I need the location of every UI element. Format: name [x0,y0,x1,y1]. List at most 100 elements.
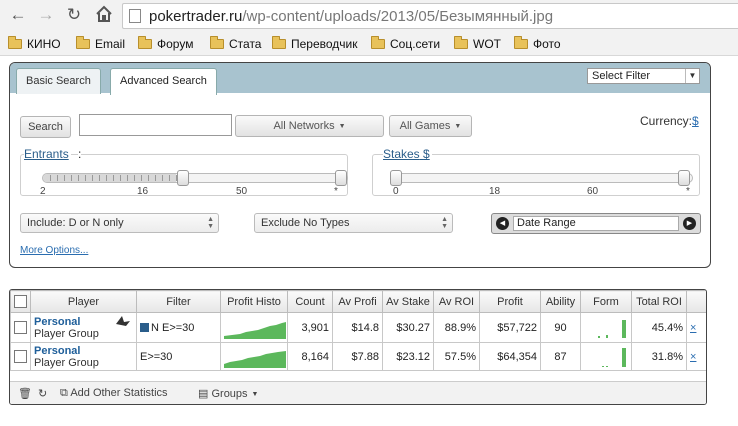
more-options-link[interactable]: More Options... [20,245,88,256]
av-roi-cell: 57.5% [433,342,480,371]
select-all-cell [10,290,31,313]
col-header-player[interactable]: Player [30,290,137,313]
select-filter-dropdown[interactable]: Select Filter ▼ [587,68,700,84]
date-range-control: ◀ Date Range ▶ [491,213,701,234]
entrants-slider-handle-left[interactable] [177,170,189,186]
forward-arrow-icon[interactable]: → [36,5,56,25]
av-roi-cell: 88.9% [433,312,480,343]
stakes-tick-label: 60 [587,186,599,197]
caret-down-icon: ▼ [454,123,462,130]
exclude-dropdown[interactable]: Exclude No Types ▲ ▼ [254,213,453,233]
slider-tick [113,175,114,181]
stakes-tick-label: 18 [489,186,501,197]
caret-down-icon: ▼ [251,391,259,398]
remove-row-icon[interactable]: × [690,322,696,334]
bookmark-wot[interactable]: WOT [454,36,501,52]
entrants-slider-track[interactable] [42,170,348,186]
stakes-slider-handle-right[interactable] [678,170,690,186]
include-dropdown[interactable]: Include: D or N only ▲ ▼ [20,213,219,233]
filter-cell: E>=30 [136,342,221,371]
shark-icon [116,315,130,326]
networks-dropdown[interactable]: All Networks ▼ [235,115,384,137]
stakes-title[interactable]: Stakes $ [383,147,432,161]
slider-tick [162,175,163,181]
col-header-av-roi[interactable]: Av ROI [433,290,480,313]
stakes-slider-handle-left[interactable] [390,170,402,186]
tab-basic-search[interactable]: Basic Search [16,68,101,94]
col-header-av-profit[interactable]: Av Profi [332,290,383,313]
games-dropdown[interactable]: All Games ▼ [389,115,472,137]
col-header-ability[interactable]: Ability [540,290,581,313]
search-button[interactable]: Search [20,116,71,138]
bookmark-translator[interactable]: Переводчик [272,36,358,52]
back-arrow-icon[interactable]: ← [8,5,28,25]
bookmark-kino[interactable]: КИНО [8,36,61,52]
groups-dropdown[interactable]: ▤ Groups ▼ [198,387,258,400]
bookmark-stata[interactable]: Стата [210,36,261,52]
prev-date-icon[interactable]: ◀ [496,217,509,230]
slider-tick [57,175,58,181]
stakes-tick-label: 0 [393,186,399,197]
bookmark-forum[interactable]: Форум [138,36,193,52]
row-checkbox[interactable] [14,350,27,363]
form-cell [580,312,632,343]
remove-row-icon[interactable]: × [690,351,696,363]
col-header-count[interactable]: Count [287,290,333,313]
folder-icon [272,36,286,49]
profit-history-sparkline [224,350,286,368]
row-checkbox[interactable] [14,321,27,334]
entrants-slider-handle-right[interactable] [335,170,347,186]
slider-tick [120,175,121,181]
bookmarks-bar: КИНО Email Форум Стата Переводчик Соц.се… [0,32,738,56]
entrants-tick-label: 16 [137,186,149,197]
col-header-av-stake[interactable]: Av Stake [382,290,434,313]
entrants-title[interactable]: Entrants [24,147,71,161]
search-panel: Basic Search Advanced Search Select Filt… [9,62,711,268]
bookmark-social[interactable]: Соц.сети [371,36,440,52]
slider-tick [71,175,72,181]
bookmark-email[interactable]: Email [76,36,125,52]
slider-tick [85,175,86,181]
table-row[interactable]: Personal Player Group N E>=30 3,901 $14.… [10,312,706,343]
folder-icon [371,36,385,49]
stakes-slider-box: Stakes $ 0 18 60 * [372,147,700,197]
trash-icon[interactable]: 🗑 [18,387,32,400]
col-header-profit[interactable]: Profit [479,290,541,313]
player-cell: Personal Player Group [30,342,137,371]
reload-icon[interactable]: ↻ [64,5,84,25]
slider-tick [155,175,156,181]
results-table: Player Filter Profit Histo Count Av Prof… [10,290,706,371]
slider-tick [50,175,51,181]
row-select-cell [10,342,31,371]
profit-cell: $64,354 [479,342,541,371]
form-chart [602,347,626,367]
col-header-total-roi[interactable]: Total ROI [631,290,687,313]
bookmark-photo[interactable]: Фото [514,36,561,52]
results-footer: 🗑 ↻ ⧉ Add Other Statistics ▤ Groups ▼ [10,381,706,404]
table-row[interactable]: Personal Player Group E>=30 8,164 $7.88 … [10,342,706,371]
player-name-link[interactable]: Personal [34,345,133,357]
folder-icon [76,36,90,49]
col-header-filter[interactable]: Filter [136,290,221,313]
ability-cell: 87 [540,342,581,371]
currency-link[interactable]: $ [692,114,699,128]
home-icon[interactable] [94,5,114,25]
select-all-checkbox[interactable] [14,295,27,308]
browser-toolbar: ← → ↻ pokertrader.ru/wp-content/uploads/… [0,0,738,32]
add-stats-icon: ⧉ [60,387,68,399]
tab-advanced-search[interactable]: Advanced Search [110,68,217,95]
col-header-profit-histo[interactable]: Profit Histo [220,290,288,313]
search-input[interactable] [79,114,232,136]
address-bar[interactable]: pokertrader.ru/wp-content/uploads/2013/0… [122,3,738,29]
col-header-form[interactable]: Form [580,290,632,313]
filter-flag-icon [140,322,149,332]
entrants-slider-box: Entrants: 2 16 50 * [20,147,348,197]
refresh-icon[interactable]: ↻ [38,387,47,400]
add-other-statistics-button[interactable]: ⧉ Add Other Statistics [60,387,168,400]
date-range-field[interactable]: Date Range [513,216,679,231]
page-icon [129,9,141,23]
folder-icon [454,36,468,49]
ability-cell: 90 [540,312,581,343]
next-date-icon[interactable]: ▶ [683,217,696,230]
stakes-slider-track[interactable] [390,170,693,186]
